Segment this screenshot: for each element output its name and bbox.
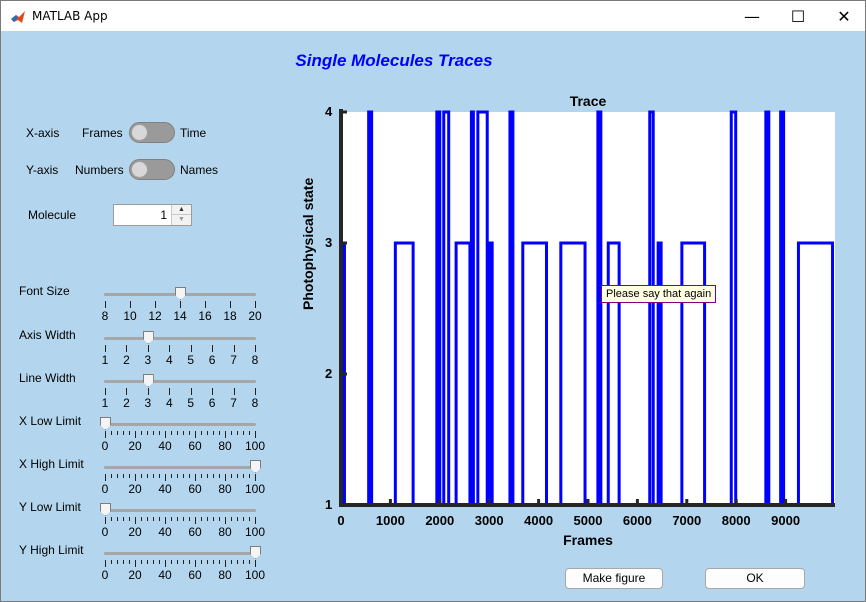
close-button[interactable]: ✕	[821, 1, 866, 32]
x-tick-label: 9000	[771, 513, 801, 528]
x-tick-label: 7000	[672, 513, 702, 528]
close-icon: ✕	[837, 7, 851, 26]
maximize-button[interactable]: ☐	[775, 1, 821, 32]
y-tick-label: 4	[325, 104, 333, 119]
x-tick-label: 1000	[375, 513, 405, 528]
maximize-icon: ☐	[790, 7, 806, 26]
minimize-button[interactable]: —	[729, 1, 775, 32]
x-tick-label: 5000	[573, 513, 603, 528]
tooltip: Please say that again	[601, 285, 717, 303]
window-title: MATLAB App	[32, 9, 108, 23]
x-tick-label: 2000	[425, 513, 455, 528]
y-axis-label: Photophysical state	[300, 177, 316, 310]
x-tick-label: 3000	[474, 513, 504, 528]
x-tick-label: 6000	[622, 513, 652, 528]
ok-button[interactable]: OK	[705, 568, 805, 589]
y-tick-label: 2	[325, 366, 333, 381]
y-tick-label: 1	[325, 497, 333, 512]
y-tick-label: 3	[325, 235, 333, 250]
x-tick-label: 0	[337, 513, 345, 528]
title-bar: MATLAB App — ☐ ✕	[0, 0, 866, 31]
x-axis-label: Frames	[563, 532, 613, 548]
make-figure-button[interactable]: Make figure	[565, 568, 663, 589]
trace-series-line	[341, 110, 835, 507]
x-tick-label: 8000	[721, 513, 751, 528]
matlab-logo-icon	[10, 9, 26, 25]
app-body: Single Molecules Traces X-axis Frames Ti…	[0, 31, 866, 602]
minimize-icon: —	[744, 7, 760, 26]
x-tick-label: 4000	[524, 513, 554, 528]
